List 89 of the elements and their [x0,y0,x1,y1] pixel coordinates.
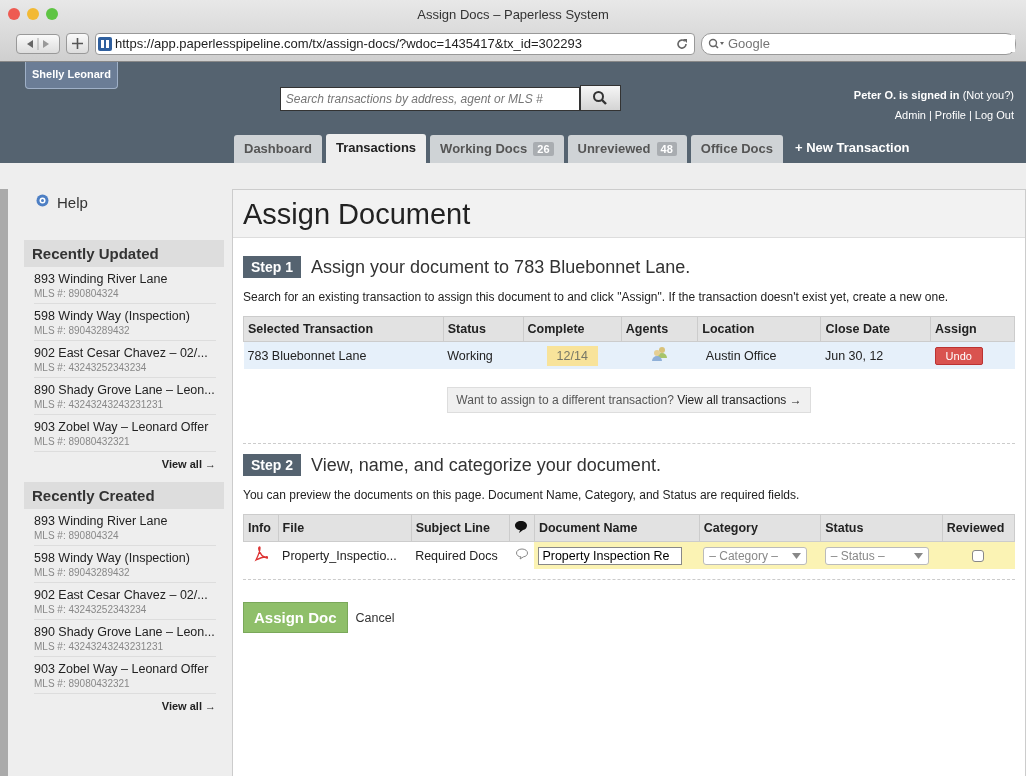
column-header: Category [703,521,758,535]
not-you-link[interactable]: (Not you?) [962,89,1014,101]
plus-icon [72,38,83,49]
column-header: File [282,521,305,535]
view-all-transactions-link[interactable]: View all transactions → [677,393,802,407]
search-button[interactable] [579,85,621,111]
search-icon [708,37,724,50]
table-row[interactable]: 783 Bluebonnet Lane Working 12/14 Austin Office Jun 30, 12 Undo [243,341,1015,369]
header-link[interactable]: Admin [894,109,926,121]
signed-in-text: Peter O. is signed in [853,89,960,101]
column-header: Reviewed [946,521,1005,535]
column-header: Status [443,316,524,342]
column-header: Status [825,521,864,535]
instructions-text: You can preview the documents on this page. Document Name, Category, and Status are required fields. [243,487,801,504]
column-header: Document Name [538,521,638,535]
site-icon [98,36,112,51]
view-all-link[interactable]: View all → [161,700,216,712]
column-header: Assign [930,316,1015,342]
column-header: Close Date [820,316,931,342]
dropdown-arrow-icon [792,552,802,559]
cancel-link[interactable]: Cancel [355,610,395,625]
section-heading: Recently Updated [24,240,224,267]
transaction-list-item[interactable]: 598 Windy Way (Inspection) MLS #: 89043289432 [34,304,216,341]
table-cell: Jun 30, 12 [824,348,884,363]
nav-tab[interactable]: Office Docs [690,135,783,163]
column-header: Agents [621,316,698,342]
help-link[interactable]: Help [57,194,88,211]
view-all-link[interactable]: View all → [161,458,216,470]
table-cell: Austin Office [705,348,777,363]
section-heading: Recently Created [24,482,224,509]
nav-tab[interactable]: Transactions [325,134,427,163]
instructions-text: Search for an existing transaction to assign this document to and click "Assign". If the transaction doesn't exist yet, create a new one. [243,289,950,306]
file-name[interactable]: Property_Inspectio... [282,548,397,563]
step-heading: View, name, and categorize your document. [311,454,661,476]
reviewed-checkbox[interactable] [972,550,985,563]
transaction-list-item[interactable]: 893 Winding River Lane MLS #: 890804324 [34,509,216,546]
column-header: Complete [523,316,622,342]
column-header: Subject Line [415,521,490,535]
document-name-field[interactable]: Property Inspection Re [538,546,683,565]
speech-bubble-icon [513,520,528,533]
nav-tab[interactable]: Unreviewed 48 [567,135,687,163]
transaction-list-item[interactable]: 903 Zobel Way – Leonard Offer MLS #: 89080432321 [34,657,216,694]
header-link[interactable]: Log Out [974,109,1014,121]
dropdown-arrow-icon [913,552,923,559]
step-badge: Step 2 [243,454,301,476]
pdf-icon[interactable] [253,546,268,562]
page-title: Assign Document [243,198,472,231]
address-bar[interactable]: https://app.paperlesspipeline.com/tx/assign-docs/?wdoc=1435417&tx_id=302293 [95,32,695,55]
transaction-list-item[interactable]: 890 Shady Grove Lane – Leon... MLS #: 43243243243231231 [34,378,216,415]
step-badge: Step 1 [243,256,301,278]
search-field[interactable]: Search transactions by address, agent or MLS # [279,87,580,111]
transaction-list-item[interactable]: 902 East Cesar Chavez – 02/... MLS #: 43243252343234 [34,341,216,378]
count-badge: 26 [533,141,554,156]
transaction-list-item[interactable]: 902 East Cesar Chavez – 02/... MLS #: 43243252343234 [34,583,216,620]
transaction-list-item[interactable]: 893 Winding River Lane MLS #: 890804324 [34,267,216,304]
close-button[interactable] [8,8,20,20]
complete-count: 12/14 [546,345,598,366]
table-cell: 783 Bluebonnet Lane [247,348,367,363]
agents-icon[interactable] [650,346,669,362]
column-header: Selected Transaction [243,316,444,342]
table-cell: Required Docs [415,548,498,563]
user-badge[interactable]: Shelly Leonard [25,62,118,89]
count-badge: 48 [656,141,677,156]
category-dropdown[interactable]: – Category – [703,546,808,565]
notice-text: Want to assign to a different transaction? [456,393,674,407]
nav-tab[interactable]: Working Docs 26 [430,135,564,163]
url-text: https://app.paperlesspipeline.com/tx/assign-docs/?wdoc=1435417&tx_id=302293 [115,36,583,51]
link-separator: | [969,109,972,121]
table-cell: Working [447,348,493,363]
help-icon [36,194,49,207]
column-header: Location [697,316,821,342]
search-icon [592,90,609,106]
column-header: Info [248,521,271,535]
back-forward-buttons[interactable] [16,33,60,54]
new-transaction-link[interactable]: + New Transaction [787,140,918,163]
transaction-list-item[interactable]: 598 Windy Way (Inspection) MLS #: 89043289432 [34,546,216,583]
transaction-list-item[interactable]: 903 Zobel Way – Leonard Offer MLS #: 89080432321 [34,415,216,452]
header-link[interactable]: Profile [934,109,966,121]
comment-icon[interactable] [514,548,529,560]
transaction-list-item[interactable]: 890 Shady Grove Lane – Leon... MLS #: 43243243243231231 [34,620,216,657]
status-dropdown[interactable]: – Status – [824,546,929,565]
step-heading: Assign your document to 783 Bluebonnet Lane. [311,256,691,278]
add-button[interactable] [66,33,89,54]
undo-button[interactable]: Undo [934,346,983,365]
link-separator: | [928,109,932,121]
search-field[interactable]: Google [701,32,1016,55]
reload-icon[interactable] [676,37,688,50]
nav-tab[interactable]: Dashboard [234,135,322,163]
window-title: Assign Docs – Paperless System [417,6,609,22]
